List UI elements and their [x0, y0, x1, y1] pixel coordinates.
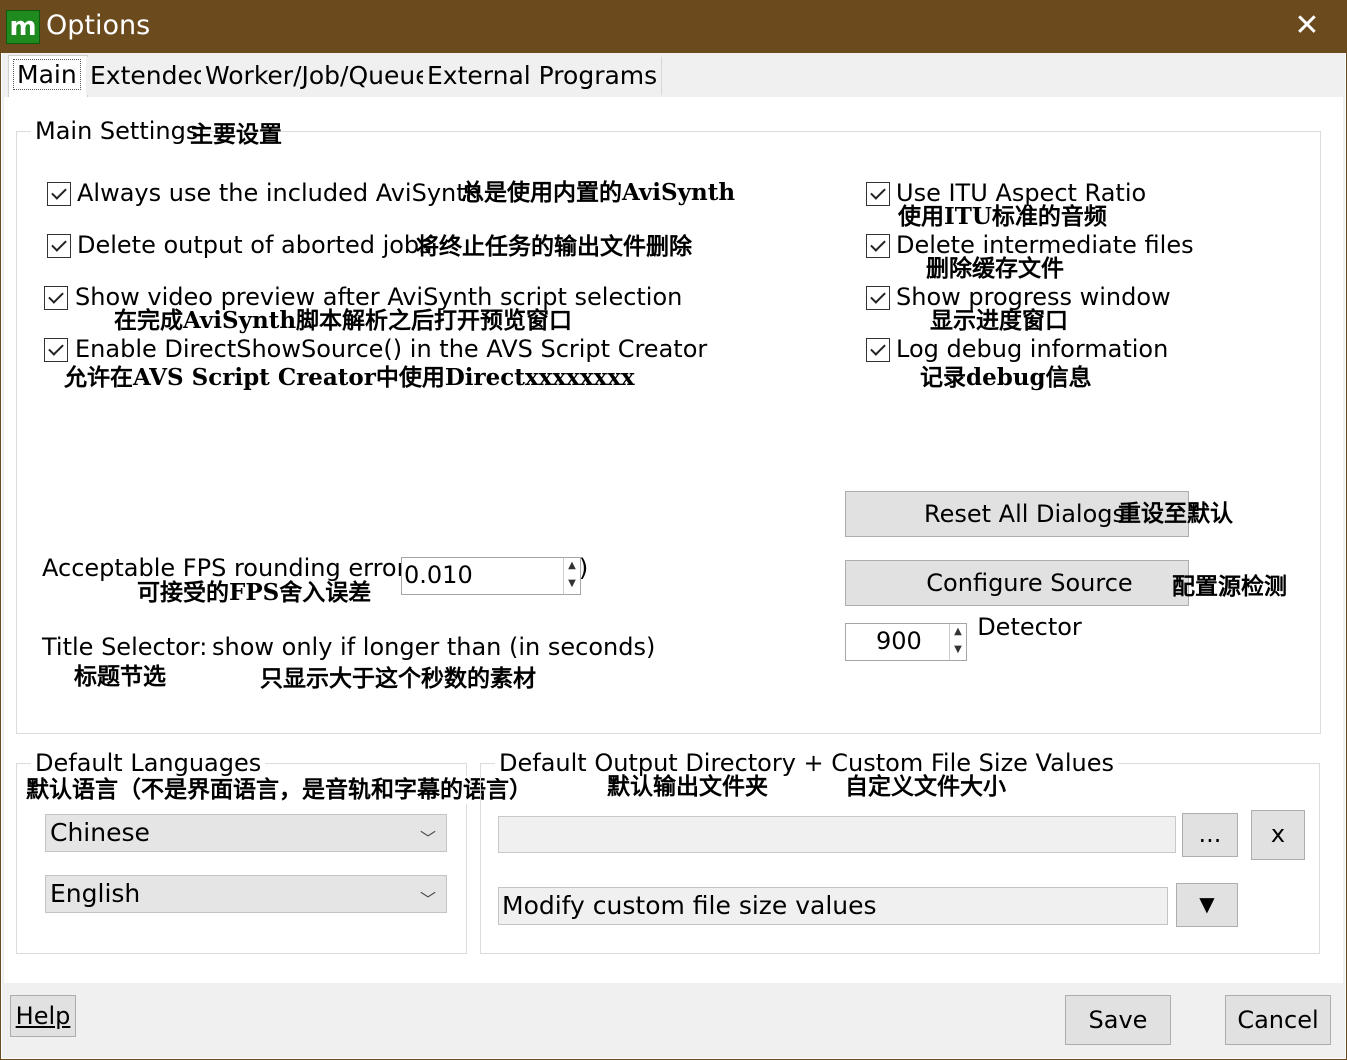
delete-aborted-output-cn: 将终止任务的输出文件删除 — [416, 233, 692, 260]
tab-main-label: Main — [13, 59, 81, 90]
language-2-value[interactable]: English — [50, 876, 140, 912]
main-settings-legend: Main Settings — [31, 116, 203, 146]
fps-rounding-cn: 可接受的FPS舍入误差 — [137, 579, 372, 606]
log-debug-information-cn: 记录debug信息 — [920, 364, 1092, 391]
triangle-down-icon: ▼ — [1199, 892, 1215, 916]
configure-source-detector-button[interactable]: Configure Source Detector — [845, 560, 1189, 641]
custom-file-size-value[interactable]: Modify custom file size values — [502, 888, 877, 924]
custom-size-cn: 自定义文件大小 — [845, 773, 1006, 800]
title-selector-label2: show only if longer than (in seconds) — [212, 633, 656, 661]
configure-source-detector-cn: 配置源检测 — [1172, 573, 1287, 600]
show-video-preview-cn: 在完成AviSynth脚本解析之后打开预览窗口 — [114, 307, 573, 334]
language-1-select[interactable]: Chinese ﹀ — [45, 814, 447, 852]
title-selector-cn1: 标题节选 — [74, 663, 166, 690]
output-directory-legend: Default Output Directory + Custom File S… — [495, 748, 1118, 778]
delete-aborted-output-label[interactable]: Delete output of aborted jobs — [77, 230, 432, 260]
custom-file-size-select[interactable]: Modify custom file size values — [498, 887, 1168, 925]
enable-directshowsource-label[interactable]: Enable DirectShowSource() in the AVS Scr… — [75, 334, 707, 364]
output-directory-field[interactable] — [498, 816, 1176, 853]
output-directory-cn: 默认输出文件夹 — [607, 773, 768, 800]
always-use-avisynth-label[interactable]: Always use the included AviSynth — [77, 178, 481, 208]
app-icon: m — [6, 10, 40, 44]
chevron-down-icon[interactable]: ﹀ — [420, 821, 436, 857]
tab-strip: Main Extended Worker/Job/Queue External … — [2, 53, 1345, 98]
use-itu-aspect-ratio-cn: 使用ITU标准的音频 — [898, 203, 1107, 230]
title-bar[interactable]: m Options ✕ — [0, 0, 1347, 53]
title-selector-cn2: 只显示大于这个秒数的素材 — [260, 665, 536, 692]
show-video-preview-checkbox[interactable] — [44, 286, 68, 310]
delete-aborted-output-checkbox[interactable] — [47, 234, 71, 258]
dialog-footer: Help Save Cancel — [2, 983, 1345, 1058]
always-use-avisynth-cn: 总是使用内置的AviSynth — [461, 179, 736, 206]
fps-rounding-spinner[interactable]: 0.010 ▲ ▼ — [401, 557, 581, 595]
fps-rounding-label-text: Acceptable FPS rounding error ( — [42, 554, 424, 582]
tab-extended[interactable]: Extended — [86, 57, 214, 95]
delete-intermediate-files-checkbox[interactable] — [866, 234, 890, 258]
browse-button[interactable]: ... — [1182, 813, 1238, 857]
chevron-down-icon[interactable]: ﹀ — [420, 882, 436, 918]
tab-external-programs[interactable]: External Programs — [423, 57, 663, 95]
title-selector-label: Title Selector: — [42, 633, 208, 661]
tab-main[interactable]: Main — [8, 55, 88, 98]
custom-file-size-dropdown-button[interactable]: ▼ — [1176, 883, 1238, 927]
reset-all-dialogs-cn: 重设至默认 — [1118, 500, 1233, 527]
default-languages-cn: 默认语言（不是界面语言，是音轨和字幕的语言） — [26, 776, 532, 804]
configure-source-detector-label: Configure Source Detector — [926, 569, 1133, 641]
always-use-avisynth-checkbox[interactable] — [47, 182, 71, 206]
delete-intermediate-files-cn: 删除缓存文件 — [926, 255, 1064, 282]
log-debug-information-label[interactable]: Log debug information — [896, 334, 1168, 364]
enable-directshowsource-checkbox[interactable] — [44, 338, 68, 362]
enable-directshowsource-cn: 允许在AVS Script Creator中使用Directxxxxxxxx — [64, 364, 635, 391]
log-debug-information-checkbox[interactable] — [866, 338, 890, 362]
use-itu-aspect-ratio-checkbox[interactable] — [866, 182, 890, 206]
reset-all-dialogs-label: Reset All Dialogs — [924, 500, 1125, 528]
language-1-value[interactable]: Chinese — [50, 815, 150, 851]
spin-up-icon[interactable]: ▲ — [564, 558, 580, 576]
tab-worker-job-queue[interactable]: Worker/Job/Queue — [201, 57, 436, 95]
default-languages-legend: Default Languages — [31, 748, 266, 778]
help-button[interactable]: Help — [10, 995, 76, 1037]
window-title: Options — [46, 10, 151, 41]
fps-rounding-spin-buttons[interactable]: ▲ ▼ — [563, 558, 580, 594]
spin-down-icon[interactable]: ▼ — [564, 576, 580, 594]
clear-directory-button[interactable]: x — [1251, 810, 1305, 860]
language-2-select[interactable]: English ﹀ — [45, 875, 447, 913]
main-settings-legend-cn: 主要设置 — [190, 121, 282, 148]
show-progress-window-checkbox[interactable] — [866, 286, 890, 310]
close-icon[interactable]: ✕ — [1284, 6, 1330, 46]
main-tab-page: Main Settings 主要设置 Always use the includ… — [4, 97, 1343, 1012]
show-progress-window-cn: 显示进度窗口 — [930, 307, 1068, 334]
cancel-button[interactable]: Cancel — [1225, 995, 1331, 1045]
client-area: Main Extended Worker/Job/Queue External … — [2, 53, 1345, 1058]
save-button[interactable]: Save — [1065, 995, 1171, 1045]
fps-rounding-value[interactable]: 0.010 — [404, 561, 473, 589]
